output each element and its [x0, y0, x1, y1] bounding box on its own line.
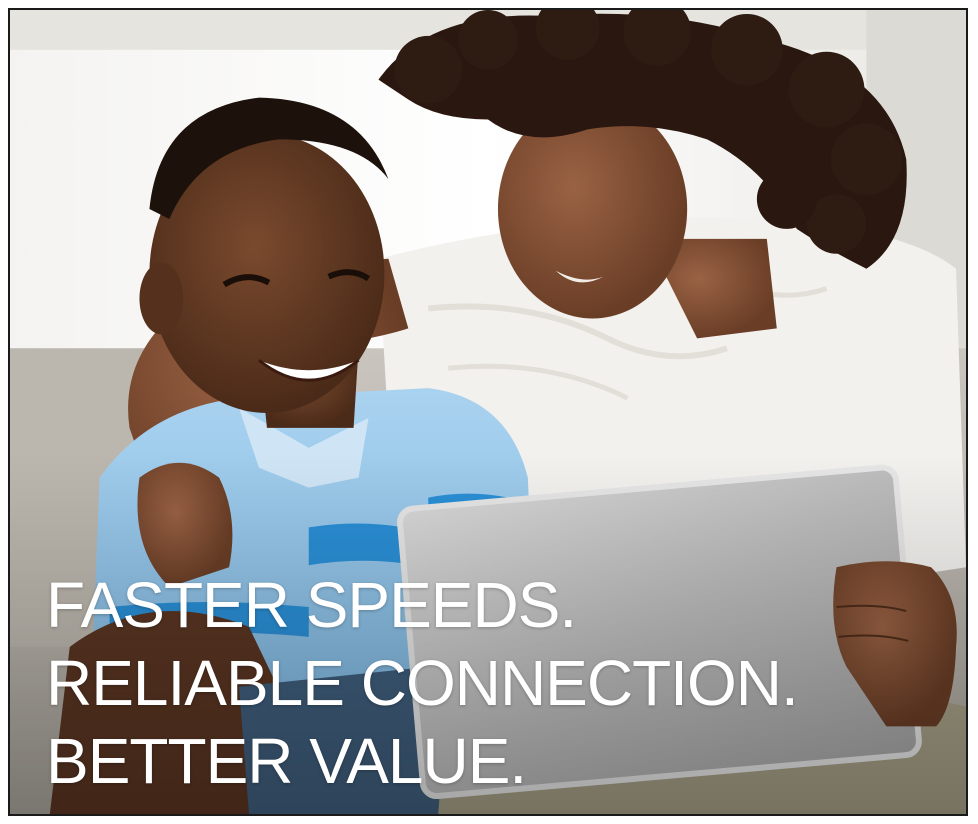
headline: FASTER SPEEDS. RELIABLE CONNECTION. BETT… [46, 566, 799, 800]
headline-line-2: RELIABLE CONNECTION. [46, 647, 799, 719]
headline-line-3: BETTER VALUE. [46, 725, 527, 797]
ad-banner: FASTER SPEEDS. RELIABLE CONNECTION. BETT… [8, 8, 968, 816]
headline-line-1: FASTER SPEEDS. [46, 569, 577, 641]
